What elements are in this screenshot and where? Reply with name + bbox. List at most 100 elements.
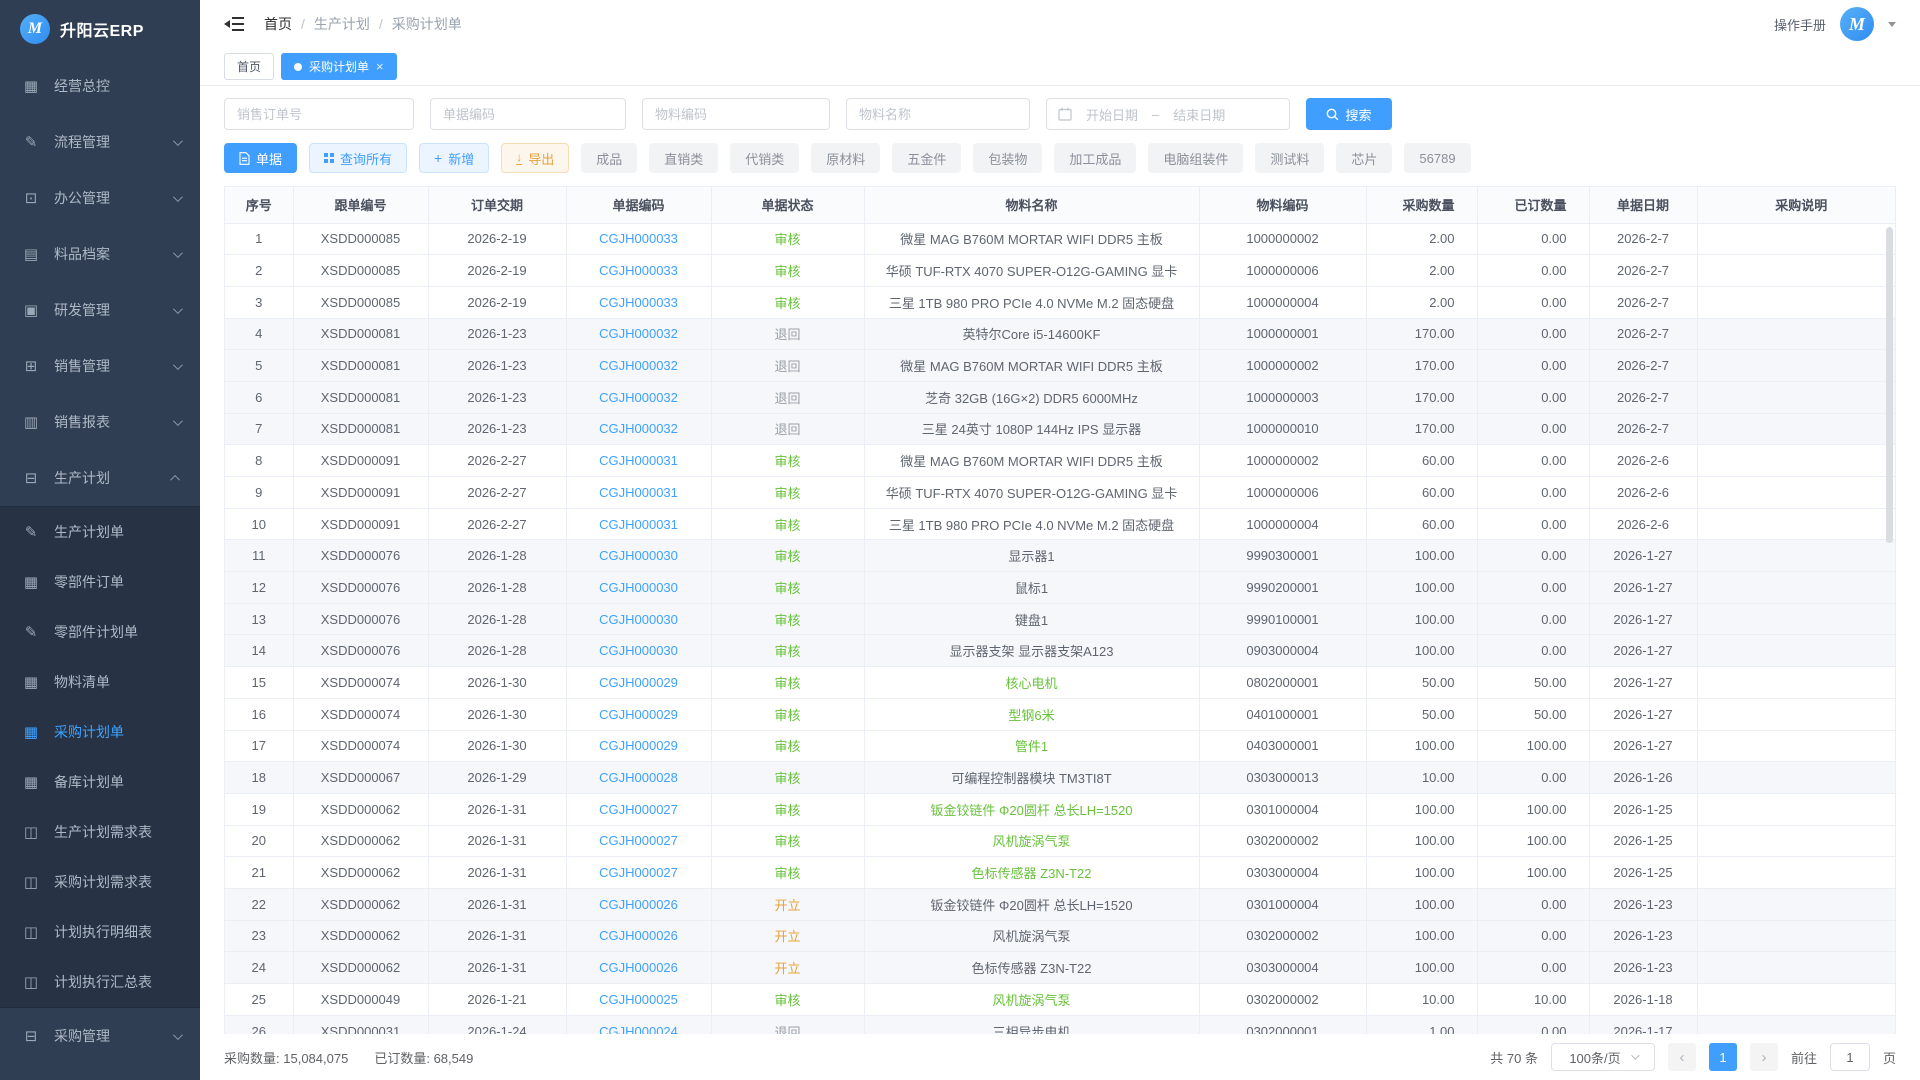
current-page-button[interactable]: 1 (1709, 1043, 1737, 1071)
table-row[interactable]: 19XSDD0000622026-1-31CGJH000027审核钣金铰链件 Φ… (225, 793, 1896, 825)
table-row[interactable]: 12XSDD0000762026-1-28CGJH000030审核鼠标19990… (225, 572, 1896, 604)
prev-page-button[interactable]: ‹ (1668, 1043, 1696, 1071)
doc-code-link[interactable]: CGJH000030 (599, 643, 678, 658)
table-row[interactable]: 13XSDD0000762026-1-28CGJH000030审核键盘19990… (225, 603, 1896, 635)
table-row[interactable]: 18XSDD0000672026-1-29CGJH000028审核可编程控制器模… (225, 762, 1896, 794)
vertical-scrollbar[interactable] (1886, 227, 1893, 543)
doc-code-link[interactable]: CGJH000032 (599, 390, 678, 405)
help-manual-link[interactable]: 操作手册 (1774, 15, 1826, 34)
sidebar-item-parts-plan-order[interactable]: ✎零部件计划单 (0, 607, 200, 657)
sidebar-item-business-overview[interactable]: ▦经营总控 (0, 58, 200, 114)
material-name-input[interactable] (846, 98, 1030, 130)
sidebar-item-production-plan-order[interactable]: ✎生产计划单 (0, 507, 200, 557)
table-row[interactable]: 21XSDD0000622026-1-31CGJH000027审核色标传感器 Z… (225, 857, 1896, 889)
doc-code-link[interactable]: CGJH000030 (599, 580, 678, 595)
table-row[interactable]: 7XSDD0000812026-1-23CGJH000032退回三星 24英寸 … (225, 413, 1896, 445)
category-chip-7[interactable]: 电脑组装件 (1148, 143, 1243, 173)
doc-code-link[interactable]: CGJH000033 (599, 263, 678, 278)
doc-code-link[interactable]: CGJH000026 (599, 897, 678, 912)
sidebar-item-plan-exec-summary[interactable]: ◫计划执行汇总表 (0, 957, 200, 1007)
table-row[interactable]: 1XSDD0000852026-2-19CGJH000033审核微星 MAG B… (225, 223, 1896, 255)
sales-order-input[interactable] (224, 98, 414, 130)
sidebar-item-production-plan-demand[interactable]: ◫生产计划需求表 (0, 807, 200, 857)
doc-code-link[interactable]: CGJH000027 (599, 802, 678, 817)
category-chip-9[interactable]: 芯片 (1336, 143, 1392, 173)
category-chip-3[interactable]: 原材料 (811, 143, 880, 173)
search-button[interactable]: 搜索 (1306, 98, 1392, 130)
category-chip-0[interactable]: 成品 (581, 143, 637, 173)
category-chip-8[interactable]: 测试料 (1255, 143, 1324, 173)
doc-code-link[interactable]: CGJH000025 (599, 992, 678, 1007)
category-chip-6[interactable]: 加工成品 (1054, 143, 1136, 173)
goto-page-input[interactable] (1830, 1043, 1870, 1071)
doc-code-link[interactable]: CGJH000026 (599, 960, 678, 975)
table-row[interactable]: 20XSDD0000622026-1-31CGJH000027审核风机旋涡气泵0… (225, 825, 1896, 857)
sidebar-item-stock-plan-order[interactable]: ▦备库计划单 (0, 757, 200, 807)
table-row[interactable]: 8XSDD0000912026-2-27CGJH000031审核微星 MAG B… (225, 445, 1896, 477)
close-icon[interactable]: × (376, 60, 384, 73)
table-row[interactable]: 16XSDD0000742026-1-30CGJH000029审核型钢6米040… (225, 698, 1896, 730)
sidebar-item-purchase-plan-order[interactable]: ▦采购计划单 (0, 707, 200, 757)
doc-code-link[interactable]: CGJH000029 (599, 738, 678, 753)
doc-code-link[interactable]: CGJH000024 (599, 1024, 678, 1034)
document-button[interactable]: 单据 (224, 143, 297, 173)
doc-code-link[interactable]: CGJH000029 (599, 707, 678, 722)
sidebar-item-production-plan[interactable]: ⊟生产计划 (0, 450, 200, 506)
doc-code-link[interactable]: CGJH000033 (599, 295, 678, 310)
doc-code-link[interactable]: CGJH000031 (599, 453, 678, 468)
category-chip-1[interactable]: 直销类 (649, 143, 718, 173)
page-size-select[interactable]: 100条/页 (1551, 1043, 1655, 1071)
tab-active[interactable]: 采购计划单× (281, 53, 397, 80)
table-row[interactable]: 9XSDD0000912026-2-27CGJH000031审核华硕 TUF-R… (225, 477, 1896, 509)
table-row[interactable]: 6XSDD0000812026-1-23CGJH000032退回芝奇 32GB … (225, 381, 1896, 413)
table-row[interactable]: 23XSDD0000622026-1-31CGJH000026开立风机旋涡气泵0… (225, 920, 1896, 952)
doc-code-link[interactable]: CGJH000029 (599, 675, 678, 690)
sidebar-collapse-icon[interactable] (224, 16, 244, 32)
doc-code-link[interactable]: CGJH000032 (599, 326, 678, 341)
table-row[interactable]: 15XSDD0000742026-1-30CGJH000029审核核心电机080… (225, 667, 1896, 699)
table-row[interactable]: 14XSDD0000762026-1-28CGJH000030审核显示器支架 显… (225, 635, 1896, 667)
table-row[interactable]: 25XSDD0000492026-1-21CGJH000025审核风机旋涡气泵0… (225, 984, 1896, 1016)
doc-code-link[interactable]: CGJH000033 (599, 231, 678, 246)
table-row[interactable]: 26XSDD0000312026-1-24CGJH000024退回三相异步电机0… (225, 1015, 1896, 1034)
export-button[interactable]: ↓ 导出 (501, 143, 569, 173)
table-row[interactable]: 4XSDD0000812026-1-23CGJH000032退回英特尔Core … (225, 318, 1896, 350)
table-row[interactable]: 22XSDD0000622026-1-31CGJH000026开立钣金铰链件 Φ… (225, 888, 1896, 920)
date-range-picker[interactable]: 开始日期 – 结束日期 (1046, 98, 1290, 130)
doc-code-link[interactable]: CGJH000028 (599, 770, 678, 785)
sidebar-item-purchase-mgmt[interactable]: ⊟采购管理 (0, 1008, 200, 1064)
add-button[interactable]: + 新增 (419, 143, 489, 173)
table-row[interactable]: 5XSDD0000812026-1-23CGJH000032退回微星 MAG B… (225, 350, 1896, 382)
doc-code-link[interactable]: CGJH000032 (599, 358, 678, 373)
table-row[interactable]: 11XSDD0000762026-1-28CGJH000030审核显示器1999… (225, 540, 1896, 572)
table-row[interactable]: 3XSDD0000852026-2-19CGJH000033审核三星 1TB 9… (225, 286, 1896, 318)
next-page-button[interactable]: › (1750, 1043, 1778, 1071)
doc-code-link[interactable]: CGJH000027 (599, 833, 678, 848)
sidebar-item-purchase-plan-demand[interactable]: ◫采购计划需求表 (0, 857, 200, 907)
sidebar-item-rd-mgmt[interactable]: ▣研发管理 (0, 282, 200, 338)
doc-code-link[interactable]: CGJH000030 (599, 548, 678, 563)
doc-code-link[interactable]: CGJH000027 (599, 865, 678, 880)
sidebar-item-plan-exec-detail[interactable]: ◫计划执行明细表 (0, 907, 200, 957)
table-row[interactable]: 2XSDD0000852026-2-19CGJH000033审核华硕 TUF-R… (225, 255, 1896, 287)
query-all-button[interactable]: 查询所有 (309, 143, 407, 173)
sidebar-item-material-archive[interactable]: ▤料品档案 (0, 226, 200, 282)
sidebar-item-workshop-settings[interactable]: ⚙车间设置 (0, 1064, 200, 1080)
table-row[interactable]: 10XSDD0000912026-2-27CGJH000031审核三星 1TB … (225, 508, 1896, 540)
category-chip-2[interactable]: 代销类 (730, 143, 799, 173)
category-chip-5[interactable]: 包装物 (973, 143, 1042, 173)
user-menu-caret-icon[interactable] (1888, 22, 1896, 27)
material-code-input[interactable] (642, 98, 830, 130)
sidebar-item-parts-order[interactable]: ▦零部件订单 (0, 557, 200, 607)
sidebar-item-sales-mgmt[interactable]: ⊞销售管理 (0, 338, 200, 394)
doc-code-link[interactable]: CGJH000032 (599, 421, 678, 436)
breadcrumb-production-plan[interactable]: 生产计划 (314, 14, 370, 34)
tab-home[interactable]: 首页 (224, 53, 274, 80)
breadcrumb-home[interactable]: 首页 (264, 14, 292, 34)
table-row[interactable]: 24XSDD0000622026-1-31CGJH000026开立色标传感器 Z… (225, 952, 1896, 984)
user-avatar[interactable]: M (1840, 7, 1874, 41)
doc-code-input[interactable] (430, 98, 626, 130)
sidebar-item-process-mgmt[interactable]: ✎流程管理 (0, 114, 200, 170)
doc-code-link[interactable]: CGJH000031 (599, 517, 678, 532)
category-chip-10[interactable]: 56789 (1404, 143, 1470, 173)
